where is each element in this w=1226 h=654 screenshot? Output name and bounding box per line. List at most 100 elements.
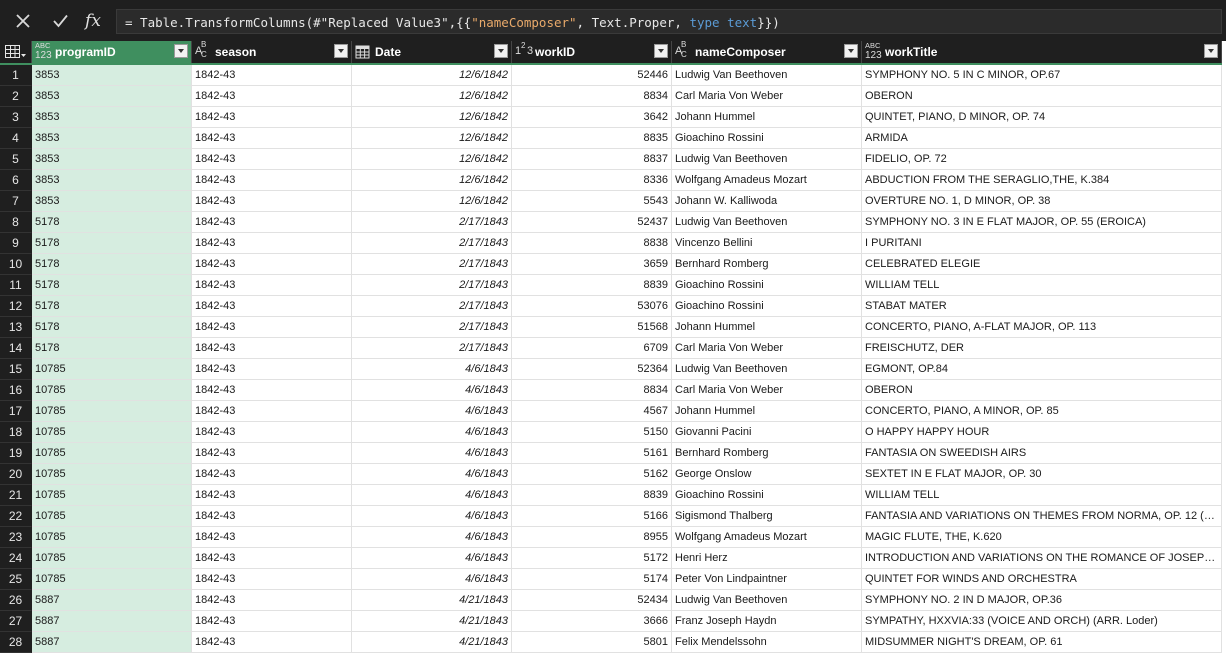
cell-season[interactable]: 1842-43	[192, 527, 352, 548]
cell-worktitle[interactable]: INTRODUCTION AND VARIATIONS ON THE ROMAN…	[862, 548, 1222, 569]
cell-workid[interactable]: 52437	[512, 212, 672, 233]
cell-date[interactable]: 4/21/1843	[352, 632, 512, 653]
cell-worktitle[interactable]: OBERON	[862, 86, 1222, 107]
cell-programid[interactable]: 10785	[32, 548, 192, 569]
cell-workid[interactable]: 8955	[512, 527, 672, 548]
row-number[interactable]: 15	[0, 359, 32, 380]
cell-season[interactable]: 1842-43	[192, 128, 352, 149]
cell-season[interactable]: 1842-43	[192, 254, 352, 275]
cell-workid[interactable]: 3642	[512, 107, 672, 128]
column-header-season[interactable]: A B C season	[192, 41, 352, 63]
cell-date[interactable]: 2/17/1843	[352, 338, 512, 359]
cell-season[interactable]: 1842-43	[192, 65, 352, 86]
cell-workid[interactable]: 53076	[512, 296, 672, 317]
cell-date[interactable]: 2/17/1843	[352, 254, 512, 275]
cell-worktitle[interactable]: OBERON	[862, 380, 1222, 401]
cell-workid[interactable]: 5162	[512, 464, 672, 485]
cell-season[interactable]: 1842-43	[192, 275, 352, 296]
cell-workid[interactable]: 3666	[512, 611, 672, 632]
cell-namecomposer[interactable]: Carl Maria Von Weber	[672, 338, 862, 359]
row-number[interactable]: 23	[0, 527, 32, 548]
column-filter-dropdown-icon[interactable]	[174, 44, 188, 58]
cell-programid[interactable]: 10785	[32, 443, 192, 464]
cell-season[interactable]: 1842-43	[192, 212, 352, 233]
cell-worktitle[interactable]: MIDSUMMER NIGHT'S DREAM, OP. 61	[862, 632, 1222, 653]
cell-worktitle[interactable]: O HAPPY HAPPY HOUR	[862, 422, 1222, 443]
cell-season[interactable]: 1842-43	[192, 485, 352, 506]
cell-workid[interactable]: 6709	[512, 338, 672, 359]
cell-worktitle[interactable]: WILLIAM TELL	[862, 485, 1222, 506]
column-filter-dropdown-icon[interactable]	[844, 44, 858, 58]
cell-workid[interactable]: 51568	[512, 317, 672, 338]
cell-date[interactable]: 12/6/1842	[352, 65, 512, 86]
row-number[interactable]: 28	[0, 632, 32, 653]
row-number[interactable]: 20	[0, 464, 32, 485]
cell-workid[interactable]: 8336	[512, 170, 672, 191]
row-number[interactable]: 6	[0, 170, 32, 191]
cell-programid[interactable]: 5178	[32, 212, 192, 233]
cell-programid[interactable]: 10785	[32, 527, 192, 548]
cell-programid[interactable]: 10785	[32, 485, 192, 506]
cell-season[interactable]: 1842-43	[192, 422, 352, 443]
row-number[interactable]: 25	[0, 569, 32, 590]
cell-date[interactable]: 12/6/1842	[352, 149, 512, 170]
cell-season[interactable]: 1842-43	[192, 464, 352, 485]
column-header-namecomposer[interactable]: A B C nameComposer	[672, 41, 862, 63]
cell-programid[interactable]: 10785	[32, 569, 192, 590]
cell-worktitle[interactable]: I PURITANI	[862, 233, 1222, 254]
cell-date[interactable]: 2/17/1843	[352, 233, 512, 254]
cell-date[interactable]: 12/6/1842	[352, 191, 512, 212]
cell-programid[interactable]: 3853	[32, 86, 192, 107]
cell-programid[interactable]: 10785	[32, 506, 192, 527]
cell-namecomposer[interactable]: Carl Maria Von Weber	[672, 86, 862, 107]
cell-namecomposer[interactable]: Ludwig Van Beethoven	[672, 590, 862, 611]
cell-season[interactable]: 1842-43	[192, 569, 352, 590]
row-number[interactable]: 17	[0, 401, 32, 422]
cell-season[interactable]: 1842-43	[192, 107, 352, 128]
row-number[interactable]: 8	[0, 212, 32, 233]
cell-workid[interactable]: 5801	[512, 632, 672, 653]
cell-season[interactable]: 1842-43	[192, 86, 352, 107]
column-filter-dropdown-icon[interactable]	[334, 44, 348, 58]
cell-programid[interactable]: 5178	[32, 317, 192, 338]
commit-check-icon[interactable]	[43, 0, 77, 41]
cell-worktitle[interactable]: SYMPATHY, HXXVIA:33 (VOICE AND ORCH) (AR…	[862, 611, 1222, 632]
cell-worktitle[interactable]: FIDELIO, OP. 72	[862, 149, 1222, 170]
cell-namecomposer[interactable]: Ludwig Van Beethoven	[672, 149, 862, 170]
row-number[interactable]: 2	[0, 86, 32, 107]
cell-workid[interactable]: 8834	[512, 380, 672, 401]
cell-date[interactable]: 12/6/1842	[352, 128, 512, 149]
cell-worktitle[interactable]: ARMIDA	[862, 128, 1222, 149]
cell-programid[interactable]: 3853	[32, 191, 192, 212]
cell-date[interactable]: 2/17/1843	[352, 275, 512, 296]
column-header-workid[interactable]: 1 2 3 workID	[512, 41, 672, 63]
cell-namecomposer[interactable]: Gioachino Rossini	[672, 128, 862, 149]
row-number[interactable]: 4	[0, 128, 32, 149]
cell-namecomposer[interactable]: Peter Von Lindpaintner	[672, 569, 862, 590]
cell-workid[interactable]: 8839	[512, 275, 672, 296]
table-menu-corner[interactable]	[0, 41, 32, 63]
cell-programid[interactable]: 3853	[32, 170, 192, 191]
cell-namecomposer[interactable]: George Onslow	[672, 464, 862, 485]
row-number[interactable]: 19	[0, 443, 32, 464]
row-number[interactable]: 10	[0, 254, 32, 275]
cell-namecomposer[interactable]: Gioachino Rossini	[672, 275, 862, 296]
cell-date[interactable]: 4/6/1843	[352, 506, 512, 527]
row-number[interactable]: 5	[0, 149, 32, 170]
cell-workid[interactable]: 52434	[512, 590, 672, 611]
cell-date[interactable]: 4/6/1843	[352, 380, 512, 401]
cell-date[interactable]: 12/6/1842	[352, 86, 512, 107]
cell-worktitle[interactable]: SEXTET IN E FLAT MAJOR, OP. 30	[862, 464, 1222, 485]
cell-namecomposer[interactable]: Ludwig Van Beethoven	[672, 359, 862, 380]
cell-namecomposer[interactable]: Bernhard Romberg	[672, 254, 862, 275]
cell-worktitle[interactable]: QUINTET, PIANO, D MINOR, OP. 74	[862, 107, 1222, 128]
cell-date[interactable]: 4/21/1843	[352, 611, 512, 632]
row-number[interactable]: 9	[0, 233, 32, 254]
cell-season[interactable]: 1842-43	[192, 191, 352, 212]
cell-date[interactable]: 4/6/1843	[352, 401, 512, 422]
cell-workid[interactable]: 8839	[512, 485, 672, 506]
row-number[interactable]: 7	[0, 191, 32, 212]
cell-programid[interactable]: 5178	[32, 254, 192, 275]
cell-namecomposer[interactable]: Giovanni Pacini	[672, 422, 862, 443]
cell-namecomposer[interactable]: Wolfgang Amadeus Mozart	[672, 527, 862, 548]
